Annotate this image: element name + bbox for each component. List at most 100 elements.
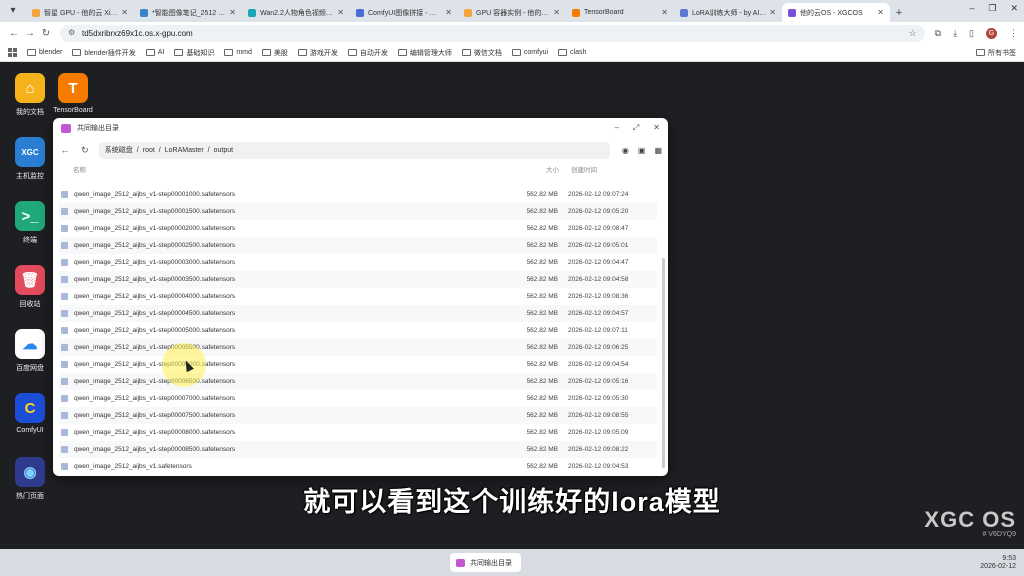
path-segment[interactable]: root: [143, 147, 155, 154]
back-icon[interactable]: ←: [6, 28, 22, 39]
system-clock[interactable]: 9:53 2026-02-12: [980, 555, 1016, 571]
browser-tab[interactable]: TensorBoard ✕: [566, 3, 674, 22]
bookmark-item[interactable]: 自动开发: [347, 48, 388, 58]
bookmark-star-icon[interactable]: ☆: [909, 28, 917, 39]
reload-icon[interactable]: ↻: [38, 28, 54, 39]
browser-tab[interactable]: GPU 容器实例 - 他的云 X...✕: [458, 3, 566, 22]
browser-tab[interactable]: 他的云OS - XGCOS ✕: [782, 3, 890, 22]
bookmark-item[interactable]: comfyui: [511, 48, 548, 58]
all-bookmarks[interactable]: 所有书签: [976, 48, 1016, 58]
bookmark-item[interactable]: blender: [27, 48, 62, 58]
tab-close-icon[interactable]: ✕: [121, 8, 128, 17]
taskbar-item-output-dir[interactable]: 共同输出目录: [450, 553, 521, 572]
bookmark-item[interactable]: 美股: [261, 48, 288, 58]
file-row[interactable]: qwen_image_2512_aijbs_v1-step00006000.sa…: [59, 356, 657, 373]
file-row[interactable]: qwen_image_2512_aijbs_v1-step00002000.sa…: [59, 220, 657, 237]
bookmark-item[interactable]: 基础知识: [174, 48, 214, 58]
tab-close-icon[interactable]: ✕: [661, 8, 668, 17]
folder-icon: [261, 49, 271, 56]
file-icon: [61, 259, 68, 266]
desktop-icon[interactable]: T TensorBoard: [45, 73, 101, 114]
file-row[interactable]: qwen_image_2512_aijbs_v1-step00007500.sa…: [59, 407, 657, 424]
browser-tab[interactable]: 智星 GPU - 他的云 Xiang...✕: [26, 3, 134, 22]
bookmark-item[interactable]: 微信文档: [461, 48, 502, 58]
grid-icon[interactable]: ▦: [654, 146, 662, 155]
eye-icon[interactable]: ◉: [622, 146, 629, 155]
desktop-icon[interactable]: ☁ 百度网盘: [2, 329, 58, 373]
tab-search-icon[interactable]: ▾: [6, 4, 20, 18]
bookmark-item[interactable]: mmd: [224, 48, 252, 58]
path-segment[interactable]: output: [214, 147, 233, 154]
desktop-icon[interactable]: >_ 终端: [2, 201, 58, 245]
file-row[interactable]: qwen_image_2512_aijbs_v1-step00005500.sa…: [59, 339, 657, 356]
file-icon: [61, 378, 68, 385]
sidepanel-icon[interactable]: ▯: [969, 28, 974, 39]
tab-close-icon[interactable]: ✕: [337, 8, 344, 17]
extensions-icon[interactable]: ⧉: [935, 28, 941, 39]
bookmark-item[interactable]: 编辑管理大师: [397, 48, 452, 58]
desktop-icon[interactable]: XGC 主机监控: [2, 137, 58, 181]
image-icon[interactable]: ▣: [638, 146, 646, 155]
path-segment[interactable]: 系统磁盘: [105, 145, 133, 155]
close-icon[interactable]: ✕: [653, 123, 660, 133]
menu-icon[interactable]: ⋮: [1009, 28, 1018, 39]
profile-avatar[interactable]: G: [986, 27, 997, 39]
site-info-icon[interactable]: ⚙: [68, 29, 76, 37]
col-time[interactable]: 创建时间: [571, 164, 597, 174]
col-name[interactable]: 名称: [73, 164, 513, 174]
expand-icon[interactable]: ⤢: [633, 123, 639, 133]
tab-favicon-icon: [248, 8, 256, 17]
file-row[interactable]: qwen_image_2512_aijbs_v1-step00002500.sa…: [59, 237, 657, 254]
bookmark-item[interactable]: 游戏开发: [297, 48, 338, 58]
bookmark-item[interactable]: blender插件开发: [72, 48, 136, 58]
tab-close-icon[interactable]: ✕: [553, 8, 560, 17]
file-row[interactable]: qwen_image_2512_aijbs_v1-step00004500.sa…: [59, 305, 657, 322]
window-titlebar[interactable]: 共同输出目录 – ⤢ ✕: [53, 118, 668, 138]
desktop-icon[interactable]: C ComfyUI: [2, 393, 58, 434]
apps-icon[interactable]: [8, 48, 17, 57]
scrollbar[interactable]: [662, 258, 665, 468]
url-field[interactable]: ⚙ td5dxribrxz69x1c.os.x-gpu.com ☆: [60, 24, 925, 42]
tab-close-icon[interactable]: ✕: [877, 8, 884, 17]
file-row[interactable]: qwen_image_2512_aijbs_v1-step00007000.sa…: [59, 390, 657, 407]
maximize-button[interactable]: ❐: [988, 3, 996, 14]
file-row[interactable]: qwen_image_2512_aijbs_v1-step00004000.sa…: [59, 288, 657, 305]
file-row[interactable]: qwen_image_2512_aijbs_v1-step00003500.sa…: [59, 271, 657, 288]
file-row[interactable]: qwen_image_2512_aijbs_v1-step00001500.sa…: [59, 203, 657, 220]
bookmark-item[interactable]: clash: [558, 48, 586, 58]
file-row[interactable]: qwen_image_2512_aijbs_v1-step00008500.sa…: [59, 441, 657, 458]
bookmark-item[interactable]: AI: [145, 48, 164, 58]
desktop-icon[interactable]: 🗑 回收站: [2, 265, 58, 309]
file-row[interactable]: qwen_image_2512_aijbs_v1-step00006500.sa…: [59, 373, 657, 390]
folder-icon: [145, 49, 155, 56]
tab-close-icon[interactable]: ✕: [229, 8, 236, 17]
download-icon[interactable]: ⤓: [953, 28, 957, 39]
desktop-icon-label: 我的文档: [16, 109, 44, 116]
file-time: 2026-02-12 09:05:30: [568, 395, 629, 402]
tab-close-icon[interactable]: ✕: [445, 8, 452, 17]
path-breadcrumb[interactable]: 系统磁盘 / root / LoRAMaster / output: [98, 141, 610, 159]
browser-tab[interactable]: Wan2.2人物角色视频生成...✕: [242, 3, 350, 22]
path-segment[interactable]: LoRAMaster: [165, 147, 204, 154]
new-tab-button[interactable]: +: [890, 3, 908, 22]
browser-tab[interactable]: ComfyUI图像拼接 - 一键式...✕: [350, 3, 458, 22]
back-icon[interactable]: ←: [59, 145, 71, 155]
file-row[interactable]: qwen_image_2512_aijbs_v1.safetensors 562.…: [59, 458, 657, 475]
close-window-button[interactable]: ✕: [1010, 3, 1018, 14]
file-row[interactable]: qwen_image_2512_aijbs_v1-step00005000.sa…: [59, 322, 657, 339]
browser-tab[interactable]: *智能图像笔记_2512 - C... ✕: [134, 3, 242, 22]
file-icon: [61, 225, 68, 232]
desktop-app-icon: XGC: [15, 137, 45, 167]
refresh-icon[interactable]: ↻: [79, 145, 91, 156]
file-row[interactable]: qwen_image_2512_aijbs_v1-step00003000.sa…: [59, 254, 657, 271]
tab-close-icon[interactable]: ✕: [769, 8, 776, 17]
file-row[interactable]: qwen_image_2512_aijbs_v1-step00001000.sa…: [59, 186, 657, 203]
file-row[interactable]: qwen_image_2512_aijbs_v1-step00008000.sa…: [59, 424, 657, 441]
minimize-button[interactable]: –: [969, 3, 974, 14]
bookmarks-bar: blender blender插件开发 AI 基础知识 mmd 美股 游戏开发 自动开发 编辑管…: [0, 44, 1024, 62]
forward-icon[interactable]: →: [22, 28, 38, 39]
browser-tab[interactable]: LoRA训练大师 - by AI的... ✕: [674, 3, 782, 22]
minimize-icon[interactable]: –: [614, 123, 618, 133]
file-size: 562.82 MB: [526, 242, 558, 249]
col-size[interactable]: 大小: [513, 164, 559, 174]
